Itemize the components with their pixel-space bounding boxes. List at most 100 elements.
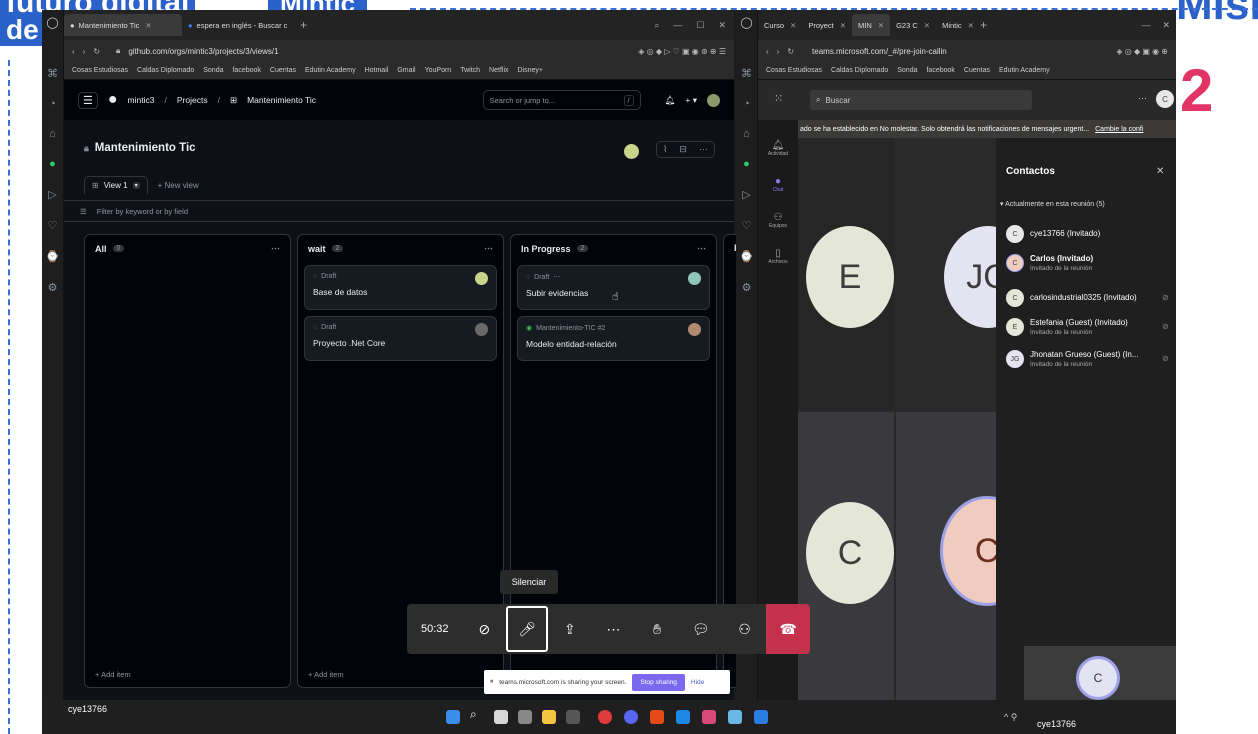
opera-icon[interactable]: ◯ <box>736 16 757 29</box>
forward-icon[interactable]: › <box>83 47 86 56</box>
whatsapp-icon[interactable]: ● <box>736 158 757 170</box>
tab-mantenimiento-tic[interactable]: ● Mantenimiento Tic ✕ <box>64 14 182 36</box>
bookmark-cosas-estudiosas[interactable]: Cosas Estudiosas <box>72 67 128 74</box>
assignee-avatar[interactable] <box>475 323 488 336</box>
more-icon[interactable]: ⋯ <box>1138 93 1147 104</box>
office-icon[interactable] <box>650 710 664 724</box>
close-icon[interactable]: ✕ <box>924 21 930 30</box>
participant-tile-c1[interactable]: C <box>806 502 894 604</box>
participant-tile-e[interactable]: E <box>806 226 894 328</box>
forward-icon[interactable]: › <box>777 47 780 56</box>
file-explorer-icon[interactable] <box>542 710 556 724</box>
bookmark-hotmail[interactable]: Hotmail <box>365 67 389 74</box>
window-close-icon[interactable]: ✕ <box>718 20 726 31</box>
speed-icon[interactable]: ◔ <box>736 98 757 110</box>
card-more-icon[interactable]: ⋯ <box>553 273 560 281</box>
bookmark-cuentas[interactable]: Cuentas <box>964 67 990 74</box>
add-item-button[interactable]: + Add item <box>95 670 131 679</box>
speed-icon[interactable]: ◔ <box>42 98 63 110</box>
new-tab-icon[interactable]: + <box>980 18 987 32</box>
filter-bar[interactable]: ☰ Filter by keyword or by field <box>64 200 734 222</box>
bookmark-twitch[interactable]: Twitch <box>460 67 480 74</box>
back-icon[interactable]: ‹ <box>72 47 75 56</box>
vscode-icon[interactable] <box>676 710 690 724</box>
opera-taskbar-icon[interactable] <box>598 710 612 724</box>
plus-icon[interactable]: + ▾ <box>685 95 697 106</box>
mic-toggle-button[interactable]: 🎤︎ <box>506 606 548 652</box>
card-proyecto-net-core[interactable]: ◌ Draft Proyecto .Net Core <box>304 316 497 361</box>
heart-icon[interactable]: ♡ <box>42 219 63 232</box>
bookmark-caldas-diplomado[interactable]: Caldas Diplomado <box>137 67 194 74</box>
rail-activity[interactable]: 🔔︎ Actividad <box>758 140 798 157</box>
bookmark-cuentas[interactable]: Cuentas <box>270 67 296 74</box>
history-icon[interactable]: ⌚ <box>42 250 63 263</box>
close-icon[interactable]: ✕ <box>968 21 974 30</box>
bookmark-netflix[interactable]: Netflix <box>489 67 508 74</box>
contact-estefania[interactable]: E Estefania (Guest) (Invitado) Invitado d… <box>1006 318 1169 336</box>
search-input[interactable]: Search or jump to... / <box>482 90 641 110</box>
bookmark-sonda[interactable]: Sonda <box>203 67 223 74</box>
discord-icon[interactable] <box>624 710 638 724</box>
close-icon[interactable]: ✕ <box>145 21 151 30</box>
tab-g23[interactable]: G23 C ✕ <box>890 14 936 36</box>
assignee-avatar[interactable] <box>688 323 701 336</box>
chevron-down-icon[interactable]: ▾ <box>132 182 140 189</box>
bookmark-facebook[interactable]: facebook <box>926 67 954 74</box>
user-avatar[interactable] <box>707 93 720 107</box>
start-icon[interactable] <box>446 710 460 724</box>
contact-carlosindustrial[interactable]: C carlosindustrial0325 (Invitado) ⊘ <box>1006 289 1169 307</box>
task-view-icon[interactable] <box>494 710 508 724</box>
dnd-banner-link[interactable]: Cambie la confi <box>1095 126 1143 133</box>
profile-avatar[interactable]: C <box>1156 90 1174 108</box>
right-url[interactable]: teams.microsoft.com/_#/pre-join-callin <box>812 47 1108 56</box>
gamepad-icon[interactable]: ⌘ <box>736 67 757 80</box>
tray-chevron-icon[interactable]: ^ ⚲ <box>1004 712 1017 723</box>
app-launcher-icon[interactable]: ⁙ <box>774 92 783 105</box>
extensions-icon[interactable]: ◈ ◎ ◆ ▷ ♡ ▣ ◉ ⊛ ⊕ ☰ <box>638 47 726 56</box>
tab-espera-en-ingles[interactable]: ● espera en inglés - Buscar c ✕ <box>182 14 294 36</box>
settings-icon[interactable] <box>518 710 532 724</box>
bookmark-gmail[interactable]: Gmail <box>397 67 415 74</box>
tab-proyect[interactable]: Proyect ✕ <box>802 14 852 36</box>
play-icon[interactable]: ▷ <box>42 188 63 201</box>
extensions-icon[interactable]: ◈ ◎ ◆ ▣ ◉ ⊕ <box>1116 47 1168 56</box>
settings-icon[interactable]: ⚙ <box>42 281 63 294</box>
search-icon[interactable]: ⌕ <box>470 707 484 721</box>
tab-view-1[interactable]: ⊞ View 1 ▾ <box>84 176 148 194</box>
bookmark-sonda[interactable]: Sonda <box>897 67 917 74</box>
stop-sharing-button[interactable]: Stop sharing <box>632 673 685 691</box>
window-close-icon[interactable]: ✕ <box>1162 20 1170 31</box>
card-base-de-datos[interactable]: ◌ Draft Base de datos <box>304 265 497 310</box>
project-avatar[interactable] <box>624 144 639 159</box>
rail-teams[interactable]: ⚇ Equipos <box>758 212 798 229</box>
new-view-button[interactable]: + New view <box>158 181 199 190</box>
bookmark-edutin[interactable]: Edutin Academy <box>305 67 356 74</box>
reload-icon[interactable]: ↻ <box>93 47 100 56</box>
terminal-icon[interactable] <box>566 710 580 724</box>
column-menu-icon[interactable]: ⋯ <box>271 243 280 254</box>
breadcrumb-project[interactable]: Mantenimiento Tic <box>247 95 316 105</box>
hide-button[interactable]: Hide <box>691 679 704 686</box>
camera-toggle-button[interactable]: ⊘ <box>463 604 507 654</box>
contact-carlos[interactable]: C Carlos (Invitado) Invitado de la reunió… <box>1006 254 1093 272</box>
bookmark-youporn[interactable]: YouPorn <box>425 67 452 74</box>
photos-icon[interactable] <box>728 710 742 724</box>
history-icon[interactable]: ⌚ <box>736 250 757 263</box>
add-item-button[interactable]: + Add item <box>308 670 344 679</box>
bell-icon[interactable]: 🔔︎ <box>665 95 676 106</box>
rail-files[interactable]: ▯ Archivos <box>758 248 798 265</box>
opera-icon[interactable]: ◯ <box>42 16 63 29</box>
hang-up-button[interactable]: ☎︎ <box>766 604 810 654</box>
close-panel-icon[interactable]: ✕ <box>1156 166 1164 177</box>
share-button[interactable]: ⇪ <box>548 604 592 654</box>
new-tab-icon[interactable]: + <box>300 18 307 32</box>
heart-icon[interactable]: ♡ <box>736 219 757 232</box>
section-header[interactable]: ▾ Actualmente en esta reunión (5) <box>1000 200 1105 208</box>
contact-cye13766[interactable]: C cye13766 (Invitado) <box>1006 225 1100 243</box>
more-actions-button[interactable]: ⋯ <box>592 604 636 654</box>
bookmark-disney[interactable]: Disney+ <box>518 67 543 74</box>
bookmark-cosas-estudiosas[interactable]: Cosas Estudiosas <box>766 67 822 74</box>
notes-icon[interactable] <box>754 710 768 724</box>
reload-icon[interactable]: ↻ <box>787 47 794 56</box>
bag-icon[interactable]: ⌂ <box>736 128 757 140</box>
